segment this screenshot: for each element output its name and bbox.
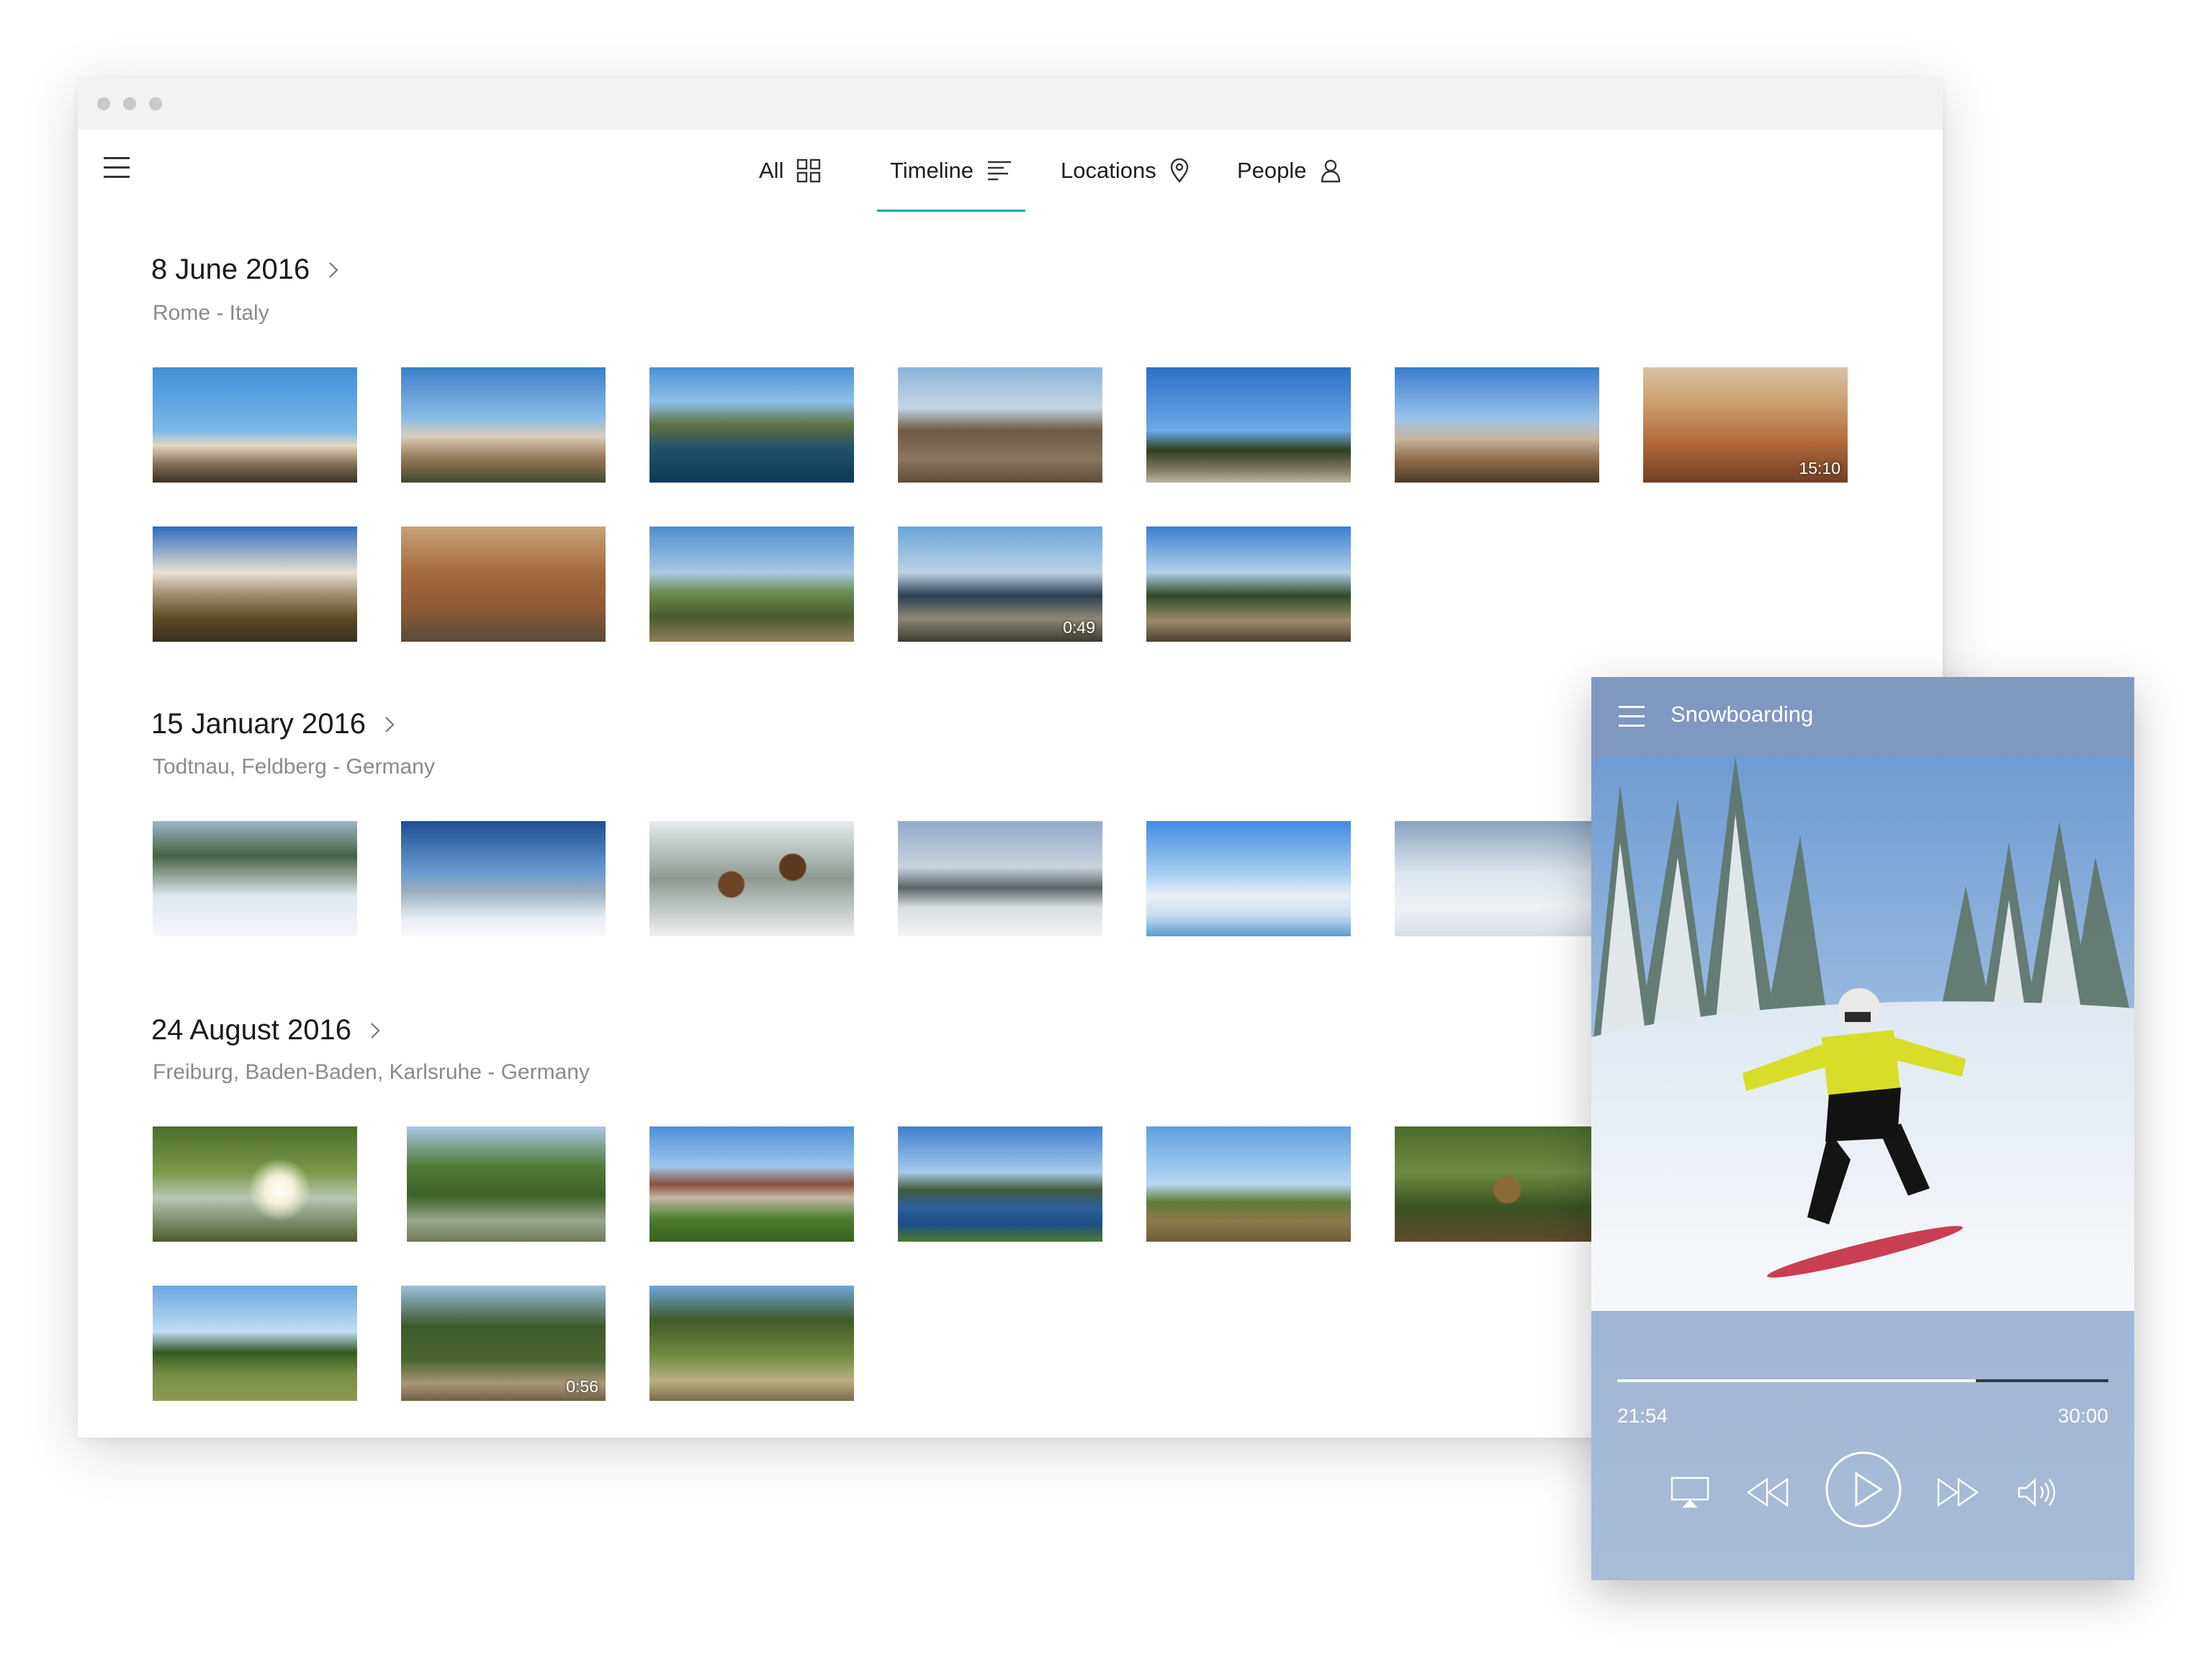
person-icon xyxy=(1320,158,1341,183)
video-duration: 15:10 xyxy=(1799,459,1840,478)
video-thumbnail[interactable]: 15:10 xyxy=(1643,367,1848,483)
photo-thumbnail[interactable] xyxy=(649,1286,854,1401)
video-player: Snowboarding 21:54 30:00 xyxy=(1591,677,2134,1580)
photo-thumbnail[interactable] xyxy=(401,821,606,936)
photo-thumbnail[interactable] xyxy=(898,1126,1102,1242)
play-icon xyxy=(1855,1471,1883,1507)
chevron-right-icon xyxy=(328,261,338,279)
photo-thumbnail[interactable] xyxy=(1146,821,1351,936)
photo-thumbnail[interactable] xyxy=(1146,526,1351,642)
video-thumbnail[interactable]: 0:49 xyxy=(898,526,1102,642)
photo-thumbnail[interactable] xyxy=(153,1126,357,1242)
active-tab-underline xyxy=(877,210,1025,212)
current-time: 21:54 xyxy=(1617,1404,1668,1427)
photo-thumbnail[interactable] xyxy=(407,1126,606,1242)
timeline-icon xyxy=(986,160,1012,182)
volume-icon[interactable] xyxy=(2018,1478,2059,1507)
player-menu-icon[interactable] xyxy=(1619,706,1645,727)
video-duration: 0:49 xyxy=(1063,618,1095,637)
section-location: Rome - Italy xyxy=(153,301,269,325)
tab-people[interactable]: People xyxy=(1237,130,1341,212)
photo-thumbnail[interactable] xyxy=(1146,1126,1351,1242)
total-time: 30:00 xyxy=(2057,1404,2108,1427)
tab-timeline-label: Timeline xyxy=(890,158,974,183)
window-dot-minimize[interactable] xyxy=(123,97,136,110)
photo-thumbnail[interactable] xyxy=(898,367,1102,483)
rewind-icon[interactable] xyxy=(1747,1478,1789,1507)
photo-thumbnail[interactable] xyxy=(401,367,606,483)
chevron-right-icon xyxy=(370,1022,380,1039)
section-date: 15 January 2016 xyxy=(151,708,367,740)
top-nav: All Timeline Locations People xyxy=(78,130,1943,212)
tab-all[interactable]: All xyxy=(759,130,821,212)
photo-thumbnail[interactable] xyxy=(1146,367,1351,483)
grid-icon xyxy=(796,158,821,183)
photo-thumbnail[interactable] xyxy=(401,526,606,642)
window-dot-maximize[interactable] xyxy=(149,97,162,110)
photo-thumbnail[interactable] xyxy=(898,821,1102,936)
progress-fill xyxy=(1617,1379,1976,1382)
section-heading-2[interactable]: 15 January 2016 xyxy=(151,708,395,740)
photo-thumbnail[interactable] xyxy=(649,367,854,483)
tab-all-label: All xyxy=(759,158,784,183)
photo-thumbnail[interactable] xyxy=(153,821,357,936)
tab-timeline[interactable]: Timeline xyxy=(877,130,1025,212)
section-date: 24 August 2016 xyxy=(151,1014,352,1046)
location-pin-icon xyxy=(1169,158,1190,183)
play-button[interactable] xyxy=(1825,1451,1902,1528)
photo-thumbnail[interactable] xyxy=(153,1286,357,1401)
cast-icon[interactable] xyxy=(1671,1476,1709,1508)
section-heading-1[interactable]: 8 June 2016 xyxy=(151,254,338,286)
photo-thumbnail[interactable] xyxy=(153,367,357,483)
photo-thumbnail[interactable] xyxy=(649,1126,854,1242)
section-location: Todtnau, Feldberg - Germany xyxy=(153,755,435,779)
section-date: 8 June 2016 xyxy=(151,254,310,285)
tab-people-label: People xyxy=(1237,158,1307,183)
fast-forward-icon[interactable] xyxy=(1937,1478,1979,1507)
video-thumbnail[interactable]: 0:56 xyxy=(401,1286,606,1401)
photo-thumbnail[interactable] xyxy=(153,526,357,642)
video-duration: 0:56 xyxy=(566,1377,598,1396)
progress-slider[interactable] xyxy=(1617,1379,2108,1383)
tab-locations-label: Locations xyxy=(1061,158,1156,183)
tab-locations[interactable]: Locations xyxy=(1061,130,1190,212)
photo-thumbnail[interactable] xyxy=(649,821,854,936)
section-heading-3[interactable]: 24 August 2016 xyxy=(151,1014,380,1047)
player-title: Snowboarding xyxy=(1671,702,1814,727)
player-header: Snowboarding xyxy=(1591,677,2134,756)
photo-thumbnail[interactable] xyxy=(649,526,854,642)
photo-thumbnail[interactable] xyxy=(1395,1126,1599,1242)
video-frame[interactable] xyxy=(1591,756,2134,1311)
section-location: Freiburg, Baden-Baden, Karlsruhe - Germa… xyxy=(153,1060,590,1084)
window-dot-close[interactable] xyxy=(97,97,110,110)
chevron-right-icon xyxy=(385,716,395,733)
photo-thumbnail[interactable] xyxy=(1395,367,1599,483)
title-bar xyxy=(78,78,1943,130)
photo-thumbnail[interactable] xyxy=(1395,821,1599,936)
